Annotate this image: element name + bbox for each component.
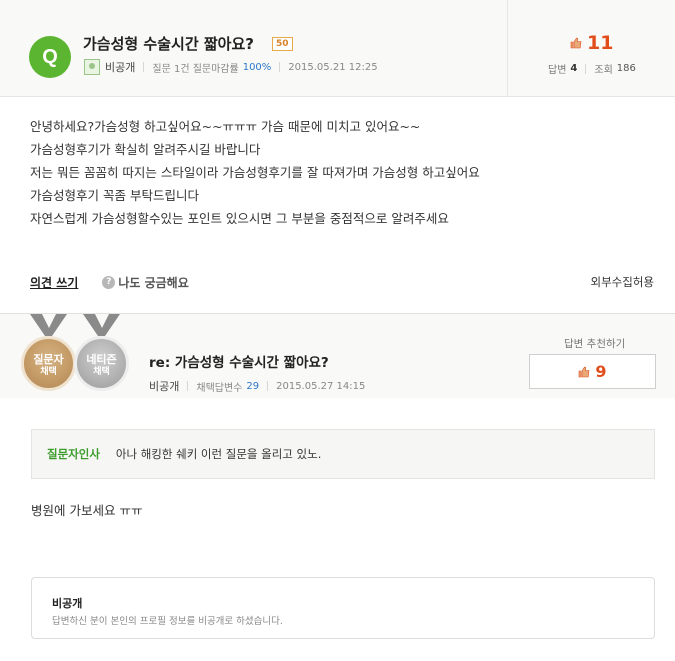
thumbs-up-icon [570,37,582,49]
question-header: Q 가슴성형 수술시간 짧아요? 50 비공개 질문 1건 질문마감률 100%… [0,0,675,97]
external-collection-label: 외부수집허용 [590,275,654,289]
private-profile-title: 비공개 [52,597,83,610]
answer-meta: 비공개 채택답변수 29 2015.05.27 14:15 [149,378,365,394]
answer-header: 질문자 채택 네티즌 채택 re: 가슴성형 수술시간 짧아요? 비공개 채택답… [0,313,675,398]
medal-netizen-line2: 채택 [93,367,110,377]
ribbon-icon [83,314,120,336]
answer-body: 병원에 가보세요 ㅠㅠ [31,503,143,518]
question-body-line: 저는 뭐든 꼼꼼히 따지는 스타일이라 가슴성형후기를 잘 따져가며 가슴성형 … [30,165,480,180]
medal-asker-line1: 질문자 [33,353,64,366]
question-body-line: 안녕하세요?가슴성형 하고싶어요~~ㅠㅠㅠ 가슴 때문에 미치고 있어요~~ [30,119,421,134]
private-profile-desc: 답변하신 분이 본인의 프로필 정보를 비공개로 하셨습니다. [52,616,283,627]
thumbs-up-icon [579,366,590,377]
question-close-rate: 100% [242,61,272,73]
netizen-medal-disc: 네티즌 채택 [74,336,129,391]
question-circle-icon: ? [102,276,116,289]
ribbon-icon [30,314,67,336]
question-body-line: 자연스럽게 가슴성형할수있는 포인트 있으시면 그 부분을 중점적으로 알려주세… [30,211,449,226]
medal-netizen-line1: 네티즌 [86,353,117,366]
divider [143,62,145,72]
answers-count: 4 [570,63,578,74]
curious-label: 나도 궁금해요 [118,276,189,290]
question-body-line: 가슴성형후기가 확실히 알려주시길 바랍니다 [30,142,261,157]
medal-asker-line2: 채택 [40,367,57,377]
greeting-text: 아나 해킹한 쉐키 이런 질문을 올리고 있노. [115,447,322,461]
views-label: 조회 [594,65,613,76]
question-actions: 의견 쓰기 ? 나도 궁금해요 [30,274,189,291]
question-stats-panel: 11 답변 4 조회 186 [507,0,675,97]
recommend-label: 답변 추천하기 [564,338,626,350]
question-counts: 답변 4 조회 186 [548,61,636,76]
question-body-line: 가슴성형후기 꼭좀 부탁드립니다 [30,188,199,203]
netizen-adopted-medal: 네티즌 채택 [74,314,129,391]
question-badge-icon: Q [29,36,71,78]
adopted-label: 채택답변수 [196,382,243,394]
answers-label: 답변 [548,65,567,76]
question-date: 2015.05.21 12:25 [288,61,378,73]
question-likes: 11 [570,32,613,54]
question-title: 가슴성형 수술시간 짧아요? [83,35,254,53]
divider [279,62,281,72]
question-likes-count: 11 [587,32,614,54]
answer-title: re: 가슴성형 수술시간 짧아요? [149,355,329,371]
answer-date: 2015.05.27 14:15 [276,380,366,392]
question-stats: 질문 1건 질문마감률 [152,63,239,75]
profile-placeholder-icon [84,59,100,75]
curious-button[interactable]: ? 나도 궁금해요 [102,274,189,291]
questioner-greeting: 질문자인사 아나 해킹한 쉐키 이런 질문을 올리고 있노. [31,429,655,479]
divider [267,381,269,391]
asker-adopted-medal: 질문자 채택 [21,314,76,391]
question-points-badge: 50 [272,37,293,51]
adopted-count: 29 [246,380,260,392]
recommend-button[interactable]: 9 [529,354,656,389]
write-opinion-link[interactable]: 의견 쓰기 [30,274,78,291]
divider [187,381,189,391]
question-meta: 비공개 질문 1건 질문마감률 100% 2015.05.21 12:25 [84,59,378,75]
recommend-count: 9 [595,362,607,381]
private-profile-box: 비공개 답변하신 분이 본인의 프로필 정보를 비공개로 하셨습니다. [31,577,655,639]
views-count: 186 [616,63,636,74]
answer-author[interactable]: 비공개 [149,378,179,394]
question-author[interactable]: 비공개 [105,59,135,75]
divider [585,63,587,74]
asker-medal-disc: 질문자 채택 [21,336,76,391]
greeting-label: 질문자인사 [47,447,100,461]
question-body: 안녕하세요?가슴성형 하고싶어요~~ㅠㅠㅠ 가슴 때문에 미치고 있어요~~ 가… [30,115,480,230]
